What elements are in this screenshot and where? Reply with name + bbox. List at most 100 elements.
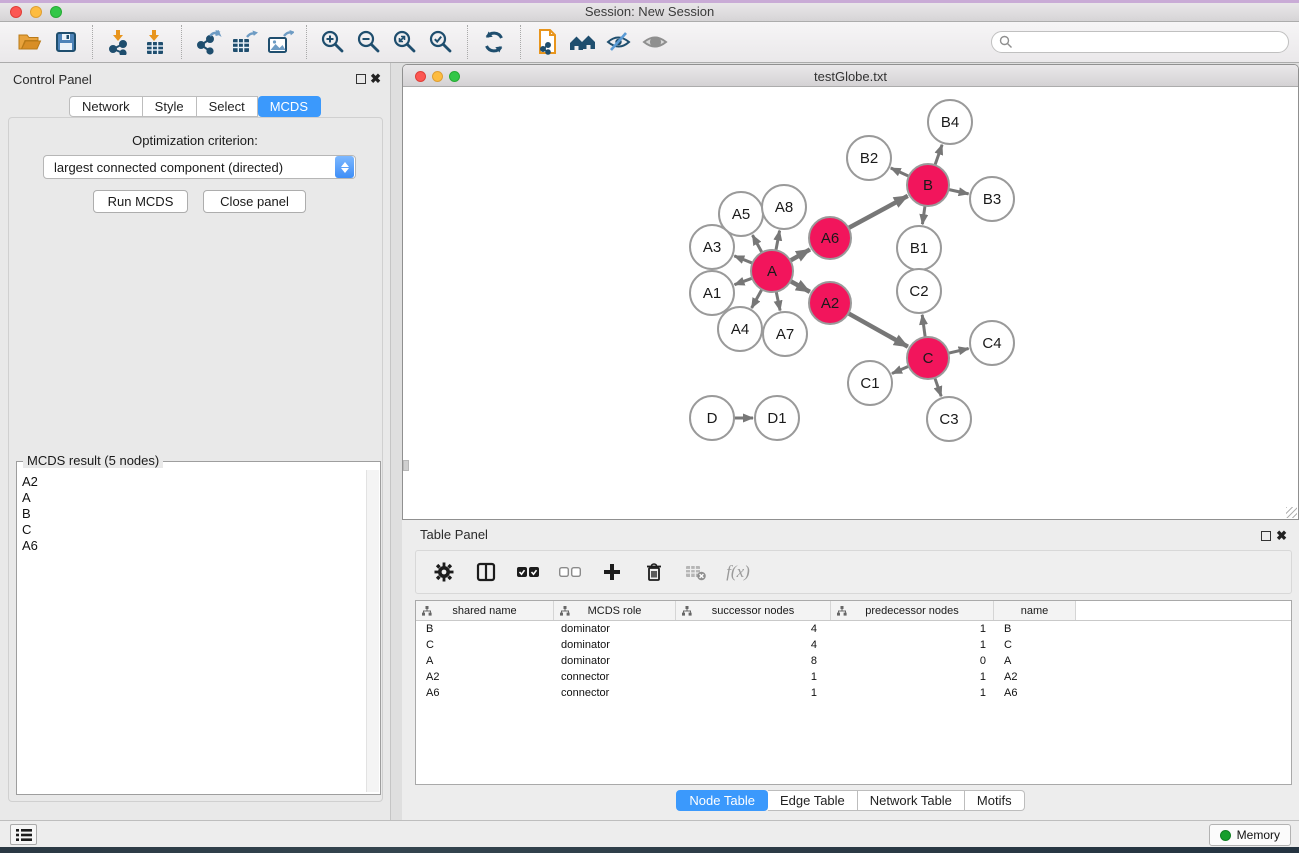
table-cell[interactable]: A2: [994, 669, 1076, 685]
table-cell[interactable]: 0: [831, 653, 994, 669]
node-B4[interactable]: B4: [928, 100, 972, 144]
edge-A2-C[interactable]: [848, 313, 908, 346]
table-cell[interactable]: B: [416, 621, 554, 637]
delete-column-button[interactable]: [642, 560, 666, 584]
table-cell[interactable]: B: [994, 621, 1076, 637]
mcds-result-item[interactable]: A2: [22, 474, 365, 490]
table-cell[interactable]: A6: [994, 685, 1076, 701]
float-panel-icon[interactable]: [356, 74, 366, 84]
table-cell[interactable]: dominator: [554, 621, 676, 637]
table-row[interactable]: Bdominator41B: [416, 621, 1291, 637]
export-network-button[interactable]: [190, 25, 226, 59]
table-cell[interactable]: connector: [554, 669, 676, 685]
close-panel-icon[interactable]: ✖: [370, 71, 381, 87]
node-B2[interactable]: B2: [847, 136, 891, 180]
open-session-button[interactable]: [12, 25, 48, 59]
table-cell[interactable]: A: [416, 653, 554, 669]
node-D[interactable]: D: [690, 396, 734, 440]
table-cell[interactable]: A2: [416, 669, 554, 685]
node-B1[interactable]: B1: [897, 226, 941, 270]
table-settings-button[interactable]: [432, 560, 456, 584]
table-cell[interactable]: connector: [554, 685, 676, 701]
import-table-button[interactable]: [137, 25, 173, 59]
edge-C-C2[interactable]: [922, 315, 925, 337]
column-header-name[interactable]: name: [994, 601, 1076, 620]
show-eye-button[interactable]: [637, 25, 673, 59]
edge-B-B2[interactable]: [891, 168, 909, 176]
search-input[interactable]: [991, 31, 1289, 53]
edge-A-A7[interactable]: [776, 292, 780, 311]
float-table-panel-icon[interactable]: [1261, 531, 1271, 541]
export-table-button[interactable]: [226, 25, 262, 59]
edge-B-B1[interactable]: [922, 206, 925, 224]
table-cell[interactable]: 1: [676, 669, 831, 685]
node-D1[interactable]: D1: [755, 396, 799, 440]
tab-network-table[interactable]: Network Table: [858, 790, 965, 811]
table-cell[interactable]: C: [994, 637, 1076, 653]
hide-glasses-button[interactable]: [601, 25, 637, 59]
show-columns-button[interactable]: [474, 560, 498, 584]
tab-network[interactable]: Network: [69, 96, 143, 117]
node-C1[interactable]: C1: [848, 361, 892, 405]
node-C2[interactable]: C2: [897, 269, 941, 313]
select-all-button[interactable]: [516, 560, 540, 584]
tab-node-table[interactable]: Node Table: [676, 790, 768, 811]
column-header-MCDS-role[interactable]: MCDS role: [554, 601, 676, 620]
table-row[interactable]: Adominator80A: [416, 653, 1291, 669]
function-builder-button[interactable]: f(x): [726, 560, 750, 584]
edge-A-A3[interactable]: [734, 256, 752, 263]
table-cell[interactable]: 1: [831, 669, 994, 685]
table-cell[interactable]: 1: [831, 637, 994, 653]
clone-network-button[interactable]: [529, 25, 565, 59]
run-mcds-button[interactable]: Run MCDS: [93, 190, 188, 213]
table-cell[interactable]: 4: [676, 637, 831, 653]
zoom-out-button[interactable]: [351, 25, 387, 59]
table-row[interactable]: A6connector11A6: [416, 685, 1291, 701]
home-layout-button[interactable]: [565, 25, 601, 59]
resize-corner[interactable]: [1286, 507, 1297, 518]
import-network-button[interactable]: [101, 25, 137, 59]
node-B[interactable]: B: [907, 164, 949, 206]
mcds-result-item[interactable]: C: [22, 522, 365, 538]
node-A7[interactable]: A7: [763, 312, 807, 356]
edge-A-A5[interactable]: [753, 235, 763, 253]
edge-C-C4[interactable]: [948, 349, 968, 354]
table-cell[interactable]: 4: [676, 621, 831, 637]
mcds-result-item[interactable]: A: [22, 490, 365, 506]
refresh-button[interactable]: [476, 25, 512, 59]
zoom-in-button[interactable]: [315, 25, 351, 59]
table-cell[interactable]: 1: [676, 685, 831, 701]
mcds-result-item[interactable]: A6: [22, 538, 365, 554]
mcds-result-item[interactable]: B: [22, 506, 365, 522]
node-A1[interactable]: A1: [690, 271, 734, 315]
edge-A-A1[interactable]: [735, 278, 753, 285]
tab-style[interactable]: Style: [143, 96, 197, 117]
table-cell[interactable]: dominator: [554, 653, 676, 669]
column-header-shared-name[interactable]: shared name: [416, 601, 554, 620]
edge-A6-B[interactable]: [849, 196, 908, 228]
tab-select[interactable]: Select: [197, 96, 258, 117]
node-A3[interactable]: A3: [690, 225, 734, 269]
column-header-predecessor-nodes[interactable]: predecessor nodes: [831, 601, 994, 620]
tab-mcds[interactable]: MCDS: [258, 96, 321, 117]
network-window-titlebar[interactable]: testGlobe.txt: [403, 65, 1298, 87]
edge-A-A8[interactable]: [776, 231, 780, 251]
edge-A-A6[interactable]: [790, 249, 810, 260]
table-cell[interactable]: 1: [831, 621, 994, 637]
table-cell[interactable]: 8: [676, 653, 831, 669]
delete-table-button[interactable]: [684, 560, 708, 584]
table-cell[interactable]: C: [416, 637, 554, 653]
create-column-button[interactable]: [600, 560, 624, 584]
edge-A-A4[interactable]: [752, 289, 762, 308]
table-cell[interactable]: 1: [831, 685, 994, 701]
table-cell[interactable]: A: [994, 653, 1076, 669]
deselect-all-button[interactable]: [558, 560, 582, 584]
node-A4[interactable]: A4: [718, 307, 762, 351]
tab-motifs[interactable]: Motifs: [965, 790, 1025, 811]
mcds-list-scrollbar[interactable]: [366, 470, 379, 792]
close-table-panel-icon[interactable]: ✖: [1276, 528, 1287, 544]
column-header-successor-nodes[interactable]: successor nodes: [676, 601, 831, 620]
memory-button[interactable]: Memory: [1209, 824, 1291, 846]
close-panel-button[interactable]: Close panel: [203, 190, 306, 213]
node-C[interactable]: C: [907, 337, 949, 379]
